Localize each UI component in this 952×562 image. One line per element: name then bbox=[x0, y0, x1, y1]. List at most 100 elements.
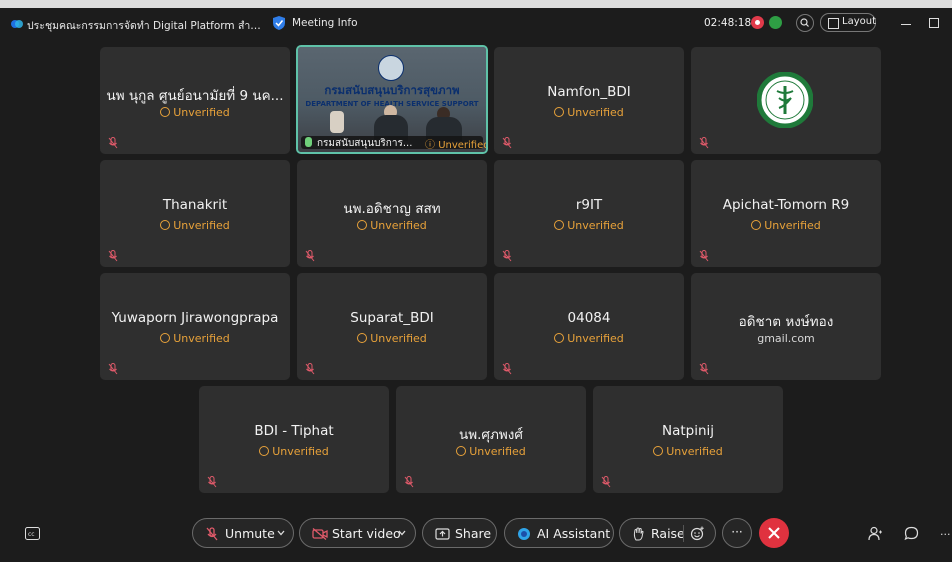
flower-decoration bbox=[330, 111, 344, 133]
participant-email-domain: gmail.com bbox=[757, 332, 815, 345]
chat-icon[interactable] bbox=[904, 526, 919, 541]
minimize-icon[interactable] bbox=[901, 24, 911, 25]
participant-name: 04084 bbox=[567, 310, 611, 326]
mic-active-icon bbox=[305, 137, 312, 147]
mic-muted-icon bbox=[699, 250, 709, 262]
leave-meeting-button[interactable] bbox=[759, 518, 789, 548]
raise-hand-button[interactable]: Raise bbox=[619, 518, 716, 548]
ai-assistant-icon bbox=[518, 528, 530, 540]
mic-muted-icon bbox=[502, 137, 512, 149]
participant-name: Suparat_BDI bbox=[350, 310, 434, 326]
mic-muted-icon bbox=[108, 137, 118, 149]
warning-icon bbox=[456, 446, 467, 456]
title-bar: ประชุมคณะกรรมการจัดทำ Digital Platform ส… bbox=[0, 8, 952, 40]
warning-icon bbox=[357, 220, 368, 230]
raise-label: Raise bbox=[651, 526, 685, 541]
active-speaker-video-tile[interactable]: กรมสนับสนุนบริการสุขภาพ DEPARTMENT OF HE… bbox=[296, 45, 488, 154]
meeting-title: ประชุมคณะกรรมการจัดทำ Digital Platform ส… bbox=[27, 20, 262, 32]
mic-muted-icon bbox=[699, 363, 709, 375]
warning-icon bbox=[751, 220, 762, 230]
mic-muted-icon bbox=[601, 476, 611, 488]
participant-tile[interactable]: นพ.อดิชาญ สสท Unverified bbox=[297, 160, 487, 267]
participant-tile[interactable]: 04084 Unverified bbox=[494, 273, 684, 380]
more-options-button[interactable]: ··· bbox=[722, 518, 752, 548]
shield-icon[interactable] bbox=[272, 15, 286, 31]
share-label: Share bbox=[455, 526, 492, 541]
participant-tile[interactable]: r9IT Unverified bbox=[494, 160, 684, 267]
ministry-of-public-health-logo bbox=[756, 71, 814, 129]
participant-tile[interactable]: Natpinij Unverified bbox=[593, 386, 783, 493]
participant-status: Unverified bbox=[100, 332, 290, 345]
network-signal-icon[interactable] bbox=[769, 16, 782, 29]
background-window-strip bbox=[0, 0, 952, 8]
meeting-info-link[interactable]: Meeting Info bbox=[292, 17, 358, 29]
ai-assistant-button[interactable]: AI Assistant bbox=[504, 518, 614, 548]
captions-icon[interactable]: cc bbox=[25, 527, 40, 540]
participant-tile[interactable]: Suparat_BDI Unverified bbox=[297, 273, 487, 380]
status-text: Unverified bbox=[469, 445, 526, 458]
participant-name: r9IT bbox=[575, 197, 603, 213]
status-text: Unverified bbox=[567, 332, 624, 345]
participant-tile[interactable]: BDI - Tiphat Unverified bbox=[199, 386, 389, 493]
participant-name: BDI - Tiphat bbox=[254, 423, 334, 439]
warning-icon bbox=[259, 446, 270, 456]
chevron-down-icon[interactable] bbox=[398, 530, 406, 536]
hand-icon bbox=[633, 527, 644, 541]
status-text: Unverified bbox=[173, 332, 230, 345]
unmute-label: Unmute bbox=[225, 526, 275, 541]
meeting-timer: 02:48:18 bbox=[704, 17, 752, 29]
mic-muted-icon bbox=[699, 137, 709, 149]
participant-tile[interactable]: นพ.ศุภพงศ์ Unverified bbox=[396, 386, 586, 493]
participant-name: นพ นุกูล ศูนย์อนามัยที่ 9 นค... bbox=[106, 88, 284, 104]
warning-icon bbox=[160, 220, 171, 230]
warning-icon bbox=[554, 333, 565, 343]
participant-tile[interactable]: Thanakrit Unverified bbox=[100, 160, 290, 267]
mic-muted-icon bbox=[206, 527, 218, 541]
participant-status: Unverified bbox=[199, 445, 389, 458]
warning-icon bbox=[554, 220, 565, 230]
mic-muted-icon bbox=[108, 250, 118, 262]
participant-name: Namfon_BDI bbox=[547, 84, 631, 100]
mic-muted-icon bbox=[305, 250, 315, 262]
participants-icon[interactable] bbox=[868, 526, 883, 541]
maximize-icon[interactable] bbox=[929, 18, 939, 28]
warning-icon bbox=[160, 107, 171, 117]
recording-icon bbox=[751, 16, 764, 29]
share-button[interactable]: Share bbox=[422, 518, 497, 548]
participant-tile[interactable]: Namfon_BDI Unverified bbox=[494, 47, 684, 154]
participant-tile[interactable]: Yuwaporn Jirawongprapa Unverified bbox=[100, 273, 290, 380]
participant-name: อดิชาต หงษ์ทอง bbox=[738, 314, 834, 330]
warning-icon bbox=[554, 107, 565, 117]
participant-status: Unverified bbox=[494, 332, 684, 345]
participant-status: Unverified bbox=[297, 219, 487, 232]
status-text: Unverified bbox=[567, 219, 624, 232]
participant-tile[interactable]: นพ นุกูล ศูนย์อนามัยที่ 9 นค... Unverifi… bbox=[100, 47, 290, 154]
participant-tile[interactable]: อดิชาต หงษ์ทอง gmail.com bbox=[691, 273, 881, 380]
participant-name: กรมสนับสนุนบริการ... bbox=[317, 138, 413, 149]
video-banner-thai: กรมสนับสนุนบริการสุขภาพ bbox=[324, 83, 460, 97]
video-caption: กรมสนับสนุนบริการ... ⓘ Unverified bbox=[301, 136, 486, 151]
mic-muted-icon bbox=[404, 476, 414, 488]
mic-muted-icon bbox=[108, 363, 118, 375]
reactions-icon[interactable] bbox=[690, 526, 705, 541]
start-video-button[interactable]: Start video bbox=[299, 518, 416, 548]
status-text: Unverified bbox=[272, 445, 329, 458]
share-screen-icon bbox=[435, 528, 450, 540]
mic-muted-icon bbox=[502, 250, 512, 262]
warning-icon bbox=[357, 333, 368, 343]
overflow-icon[interactable]: ··· bbox=[940, 528, 951, 541]
warning-icon bbox=[653, 446, 664, 456]
chevron-down-icon[interactable] bbox=[277, 530, 285, 536]
more-options-label: ··· bbox=[731, 525, 743, 539]
status-text: Unverified bbox=[567, 106, 624, 119]
unmute-button[interactable]: Unmute bbox=[192, 518, 294, 548]
layout-label: Layout bbox=[842, 16, 876, 27]
mic-muted-icon bbox=[207, 476, 217, 488]
close-icon bbox=[768, 527, 780, 539]
participant-tile[interactable]: Apichat-Tomorn R9 Unverified bbox=[691, 160, 881, 267]
participant-name: Yuwaporn Jirawongprapa bbox=[111, 310, 279, 326]
mic-muted-icon bbox=[305, 363, 315, 375]
layout-button[interactable]: Layout bbox=[820, 13, 876, 32]
participant-tile[interactable] bbox=[691, 47, 881, 154]
zoom-icon[interactable] bbox=[796, 14, 814, 32]
